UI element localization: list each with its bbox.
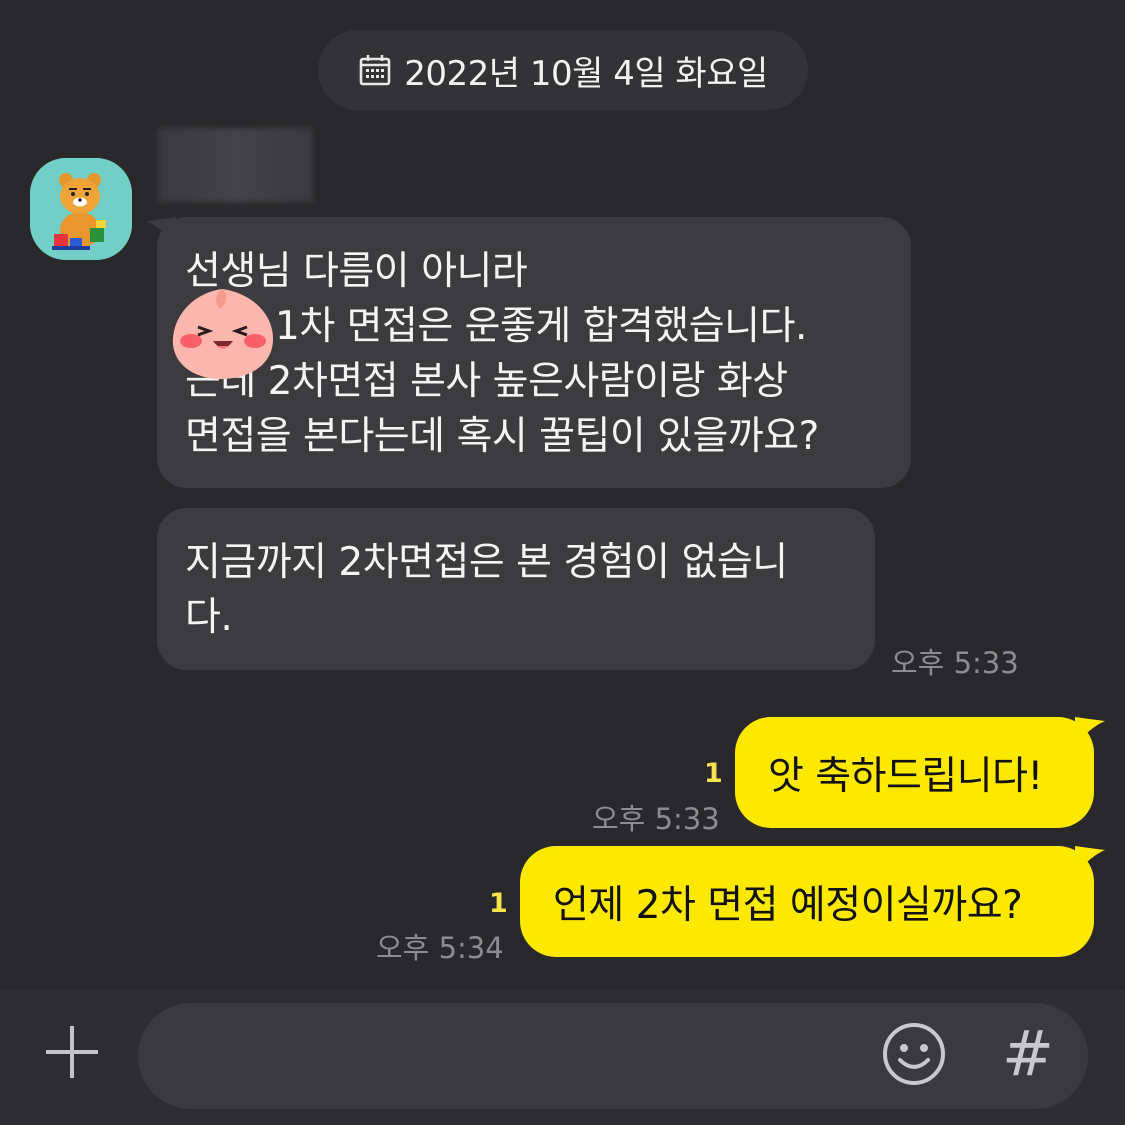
message-line: 근데 2차면접 본사 높은사람이랑 화상 [185, 359, 788, 404]
unread-count: 1 [704, 758, 723, 789]
ryan-character-avatar[interactable] [30, 158, 132, 260]
message-line: 선생님 다름이 아니라 [185, 249, 528, 294]
message-line: 지금까지 2차면접은 본 경험이 없습니 [185, 540, 788, 585]
message-line: 면접을 본다는데 혹시 꿀팁이 있을까요? [185, 414, 819, 459]
outgoing-message-bubble[interactable]: 앗 축하드립니다! [735, 717, 1094, 828]
avatar-image [30, 158, 132, 260]
message-input-bar [0, 990, 1125, 1125]
chat-screen: 2022년 10월 4일 화요일 선생님 다름이 아니라 1차 면접은 운좋게 … [0, 0, 1125, 1125]
apeach-face-sticker [172, 289, 273, 379]
message-text: 앗 축하드립니다! [768, 753, 1043, 799]
message-line: 1차 면접은 운좋게 합격했습니다. [275, 304, 807, 349]
date-divider: 2022년 10월 4일 화요일 [318, 30, 808, 110]
hashtag-search-button[interactable]: # [998, 1020, 1058, 1088]
outgoing-message-bubble[interactable]: 언제 2차 면접 예정이실까요? [520, 846, 1094, 957]
message-line: 다. [185, 595, 233, 640]
unread-count: 1 [489, 888, 508, 919]
plus-icon[interactable] [40, 1020, 104, 1084]
date-divider-text: 2022년 10월 4일 화요일 [404, 53, 768, 94]
message-text: 언제 2차 면접 예정이실까요? [553, 882, 1023, 928]
emoji-icon[interactable] [880, 1020, 948, 1088]
sender-name-blurred [158, 128, 313, 202]
message-timestamp: 오후 5:34 [376, 931, 504, 965]
calendar-icon [359, 55, 391, 86]
incoming-message-bubble[interactable]: 지금까지 2차면접은 본 경험이 없습니 다. [157, 508, 875, 670]
message-timestamp: 오후 5:33 [592, 802, 720, 836]
message-timestamp: 오후 5:33 [891, 646, 1019, 680]
